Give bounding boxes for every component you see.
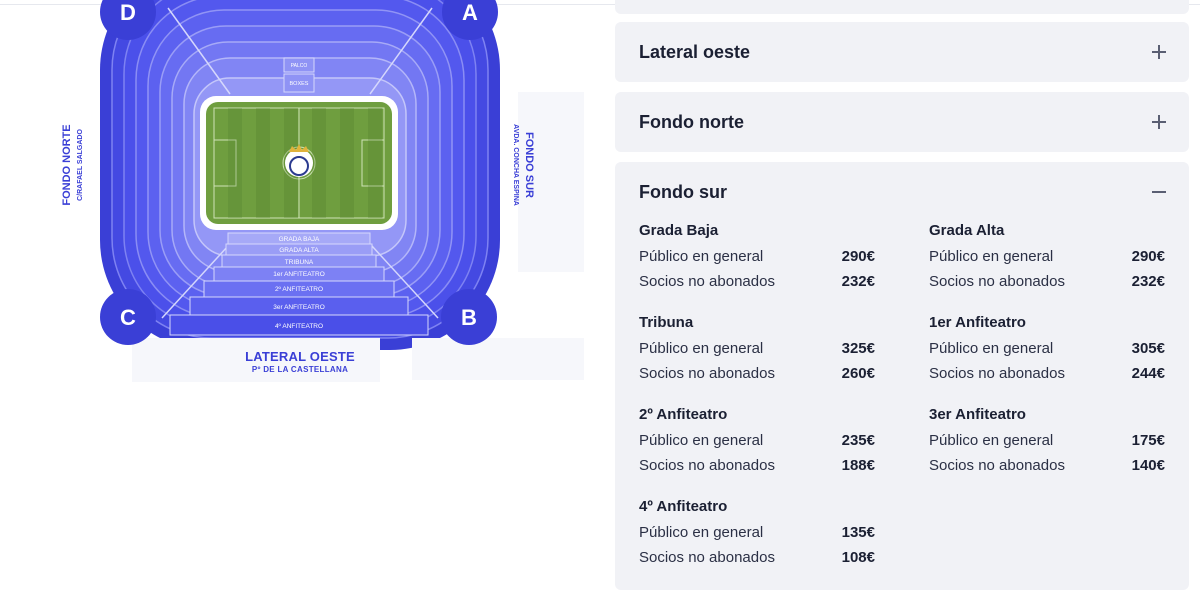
price-label: Socios no abonados xyxy=(639,549,775,566)
price-value: 108€ xyxy=(841,549,875,566)
price-label: Público en general xyxy=(639,524,764,541)
fondo-sur-label: FONDO SUR xyxy=(523,132,535,198)
tier-label-3er-anfiteatro: 3er ANFITEATRO xyxy=(273,304,325,311)
accordion-title: Fondo norte xyxy=(639,112,744,132)
section-title: 2º Anfiteatro xyxy=(639,406,728,423)
section-title: 1er Anfiteatro xyxy=(929,314,1026,331)
tier-label-2o-anfiteatro: 2º ANFITEATRO xyxy=(275,286,323,293)
tier-label-grada-baja: GRADA BAJA xyxy=(279,236,320,243)
tier-label-1er-anfiteatro: 1er ANFITEATRO xyxy=(273,271,325,278)
gate-c-label: C xyxy=(120,305,136,330)
section-title: Tribuna xyxy=(639,314,694,331)
accordion-title: Fondo sur xyxy=(639,182,727,202)
gate-a-label: A xyxy=(462,0,478,25)
accordion-item-fondo-sur[interactable]: Fondo sur Grada Baja Público en general 2… xyxy=(615,162,1189,590)
tier-label-grada-alta: GRADA ALTA xyxy=(279,247,319,254)
price-label: Público en general xyxy=(929,248,1054,265)
price-value: 290€ xyxy=(841,248,875,265)
section-title: 4º Anfiteatro xyxy=(639,498,728,515)
accordion-item-previous xyxy=(615,0,1189,14)
price-label: Público en general xyxy=(639,432,764,449)
accordion-item-fondo-norte[interactable]: Fondo norte xyxy=(615,92,1189,152)
club-crest-icon xyxy=(285,149,313,177)
price-value: 244€ xyxy=(1131,365,1165,382)
fondo-norte-label: FONDO NORTE xyxy=(61,124,73,205)
price-value: 235€ xyxy=(841,432,875,449)
price-value: 290€ xyxy=(1131,248,1165,265)
price-section-grada-baja: Grada Baja Público en general 290€ Socios… xyxy=(639,222,875,302)
price-section-4o-anfiteatro: 4º Anfiteatro Público en general 135€ Soc… xyxy=(639,498,875,578)
tier-label-tribuna: TRIBUNA xyxy=(285,259,314,266)
price-value: 135€ xyxy=(841,524,875,541)
price-value: 325€ xyxy=(841,340,875,357)
price-value: 232€ xyxy=(841,273,875,290)
lateral-oeste-sublabel: Pº DE LA CASTELLANA xyxy=(251,365,349,374)
accordion-title: Lateral oeste xyxy=(639,42,751,62)
price-label: Socios no abonados xyxy=(929,457,1065,474)
price-label: Socios no abonados xyxy=(639,273,775,290)
price-value: 232€ xyxy=(1131,273,1165,290)
price-section-3er-anfiteatro: 3er Anfiteatro Público en general 175€ So… xyxy=(929,406,1165,486)
fondo-norte-sublabel: C/RAFAEL SALGADO xyxy=(77,129,84,201)
price-value: 140€ xyxy=(1131,457,1165,474)
price-section-tribuna: Tribuna Público en general 325€ Socios no… xyxy=(639,314,875,394)
price-label: Público en general xyxy=(929,432,1054,449)
price-value: 305€ xyxy=(1131,340,1165,357)
gate-d-label: D xyxy=(120,0,136,25)
price-label: Público en general xyxy=(639,340,764,357)
price-value: 175€ xyxy=(1131,432,1165,449)
price-section-grada-alta: Grada Alta Público en general 290€ Socios… xyxy=(929,222,1165,302)
stadium-diagram: PALCO BOXES GRADA BAJA GRADA ALTA TRIBUN… xyxy=(61,0,584,382)
price-section-1er-anfiteatro: 1er Anfiteatro Público en general 305€ So… xyxy=(929,314,1165,394)
price-value: 260€ xyxy=(841,365,875,382)
price-label: Público en general xyxy=(929,340,1054,357)
boxes-label: BOXES xyxy=(290,81,309,87)
tier-label-4o-anfiteatro: 4º ANFITEATRO xyxy=(275,323,323,330)
price-label: Socios no abonados xyxy=(639,365,775,382)
price-label: Socios no abonados xyxy=(929,365,1065,382)
price-section-2o-anfiteatro: 2º Anfiteatro Público en general 235€ Soc… xyxy=(639,406,875,486)
stadium-map: PALCO BOXES GRADA BAJA GRADA ALTA TRIBUN… xyxy=(0,0,600,400)
gate-b-label: B xyxy=(461,305,477,330)
price-label: Público en general xyxy=(639,248,764,265)
accordion-item-lateral-oeste[interactable]: Lateral oeste xyxy=(615,22,1189,82)
minus-icon[interactable] xyxy=(1151,184,1167,200)
plus-icon[interactable] xyxy=(1151,114,1167,130)
palco-label: PALCO xyxy=(291,63,308,69)
price-label: Socios no abonados xyxy=(639,457,775,474)
price-label: Socios no abonados xyxy=(929,273,1065,290)
price-value: 188€ xyxy=(841,457,875,474)
fondo-sur-sublabel: AVDA. CONCHA ESPINA xyxy=(512,124,519,206)
section-title: Grada Alta xyxy=(929,222,1005,239)
section-title: 3er Anfiteatro xyxy=(929,406,1026,423)
lateral-oeste-label: LATERAL OESTE xyxy=(245,349,355,364)
section-title: Grada Baja xyxy=(639,222,719,239)
plus-icon[interactable] xyxy=(1151,44,1167,60)
